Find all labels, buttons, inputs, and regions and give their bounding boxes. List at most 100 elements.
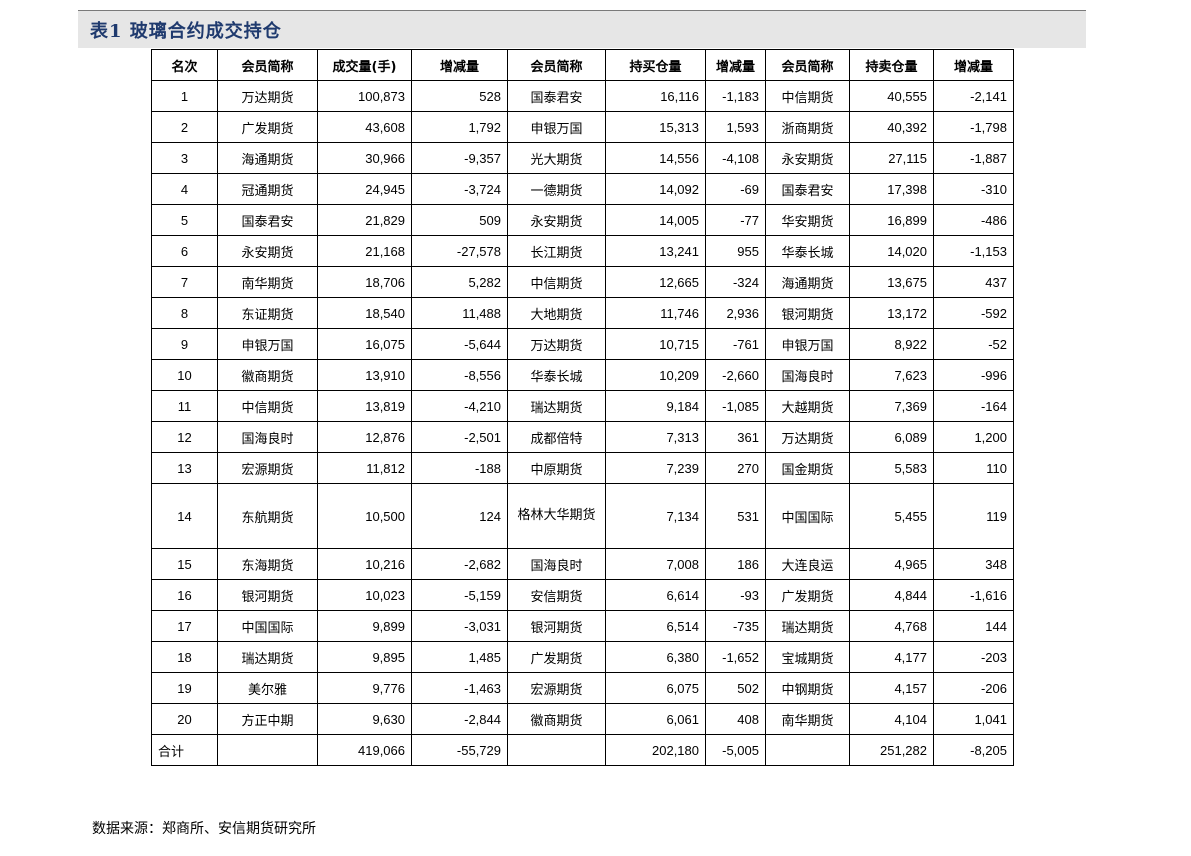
long-change-cell: -69	[705, 173, 766, 205]
short-position-cell: 5,583	[849, 452, 934, 484]
volume-cell: 43,608	[317, 111, 412, 143]
total-short-change-cell: -8,205	[933, 734, 1014, 766]
table-row: 1 万达期货 100,873 528 国泰君安 16,116 -1,183 中信期货 40,55…	[151, 80, 1014, 112]
total-member-volume-cell	[217, 734, 318, 766]
table-row: 8 东证期货 18,540 11,488 大地期货 11,746 2,936 银河期货 13,1…	[151, 297, 1014, 329]
member-volume-cell: 申银万国	[217, 328, 318, 360]
long-change-cell: 531	[705, 483, 766, 549]
table-row: 20 方正中期 9,630 -2,844 徽商期货 6,061 408 南华期货 4,104 1,…	[151, 703, 1014, 735]
table-row: 13 宏源期货 11,812 -188 中原期货 7,239 270 国金期货 5,583 110	[151, 452, 1014, 484]
member-volume-cell: 美尔雅	[217, 672, 318, 704]
short-position-cell: 4,965	[849, 548, 934, 580]
short-position-cell: 27,115	[849, 142, 934, 174]
long-change-cell: -93	[705, 579, 766, 611]
volume-change-cell: -3,031	[411, 610, 508, 642]
member-short-cell: 中国国际	[765, 483, 850, 549]
long-position-cell: 7,134	[605, 483, 706, 549]
long-change-cell: -2,660	[705, 359, 766, 391]
long-position-cell: 11,746	[605, 297, 706, 329]
long-position-cell: 6,061	[605, 703, 706, 735]
volume-change-cell: 124	[411, 483, 508, 549]
long-position-cell: 6,614	[605, 579, 706, 611]
member-short-cell: 永安期货	[765, 142, 850, 174]
long-position-cell: 14,092	[605, 173, 706, 205]
header-short-change: 增减量	[933, 49, 1014, 81]
member-short-cell: 海通期货	[765, 266, 850, 298]
member-long-cell: 万达期货	[507, 328, 606, 360]
table-row: 15 东海期货 10,216 -2,682 国海良时 7,008 186 大连良运 4,965 3…	[151, 548, 1014, 580]
short-change-cell: 110	[933, 452, 1014, 484]
table-row: 14 东航期货 10,500 124 格林大华期货 7,134 531 中国国际 5,455 11…	[151, 483, 1014, 549]
short-position-cell: 7,623	[849, 359, 934, 391]
member-volume-cell: 中国国际	[217, 610, 318, 642]
member-volume-cell: 银河期货	[217, 579, 318, 611]
rank-cell: 12	[151, 421, 218, 453]
short-position-cell: 6,089	[849, 421, 934, 453]
member-long-cell: 中信期货	[507, 266, 606, 298]
short-change-cell: 144	[933, 610, 1014, 642]
header-member-long: 会员简称	[507, 49, 606, 81]
total-volume-change-cell: -55,729	[411, 734, 508, 766]
volume-change-cell: 1,792	[411, 111, 508, 143]
volume-change-cell: -188	[411, 452, 508, 484]
rank-cell: 16	[151, 579, 218, 611]
volume-cell: 10,023	[317, 579, 412, 611]
short-change-cell: -164	[933, 390, 1014, 422]
member-short-cell: 申银万国	[765, 328, 850, 360]
holdings-table: 名次 会员简称 成交量(手) 增减量 会员简称 持买仓量 增减量 会员简称 持卖…	[151, 49, 1014, 766]
volume-change-cell: -8,556	[411, 359, 508, 391]
member-short-cell: 大越期货	[765, 390, 850, 422]
member-volume-cell: 万达期货	[217, 80, 318, 112]
member-long-cell: 瑞达期货	[507, 390, 606, 422]
table-row: 12 国海良时 12,876 -2,501 成都倍特 7,313 361 万达期货 6,089 1…	[151, 421, 1014, 453]
member-long-cell: 光大期货	[507, 142, 606, 174]
table-row: 5 国泰君安 21,829 509 永安期货 14,005 -77 华安期货 16,899 -48…	[151, 204, 1014, 236]
long-position-cell: 7,008	[605, 548, 706, 580]
long-change-cell: -77	[705, 204, 766, 236]
member-long-cell: 国海良时	[507, 548, 606, 580]
member-short-cell: 浙商期货	[765, 111, 850, 143]
rank-cell: 4	[151, 173, 218, 205]
volume-change-cell: 528	[411, 80, 508, 112]
member-long-cell: 永安期货	[507, 204, 606, 236]
rank-cell: 8	[151, 297, 218, 329]
member-short-cell: 银河期货	[765, 297, 850, 329]
volume-change-cell: 5,282	[411, 266, 508, 298]
member-volume-cell: 国海良时	[217, 421, 318, 453]
short-change-cell: -1,153	[933, 235, 1014, 267]
short-position-cell: 4,177	[849, 641, 934, 673]
rank-cell: 18	[151, 641, 218, 673]
header-row: 名次 会员简称 成交量(手) 增减量 会员简称 持买仓量 增减量 会员简称 持卖…	[151, 49, 1014, 81]
table-row: 2 广发期货 43,608 1,792 申银万国 15,313 1,593 浙商期货 40,39…	[151, 111, 1014, 143]
rank-cell: 7	[151, 266, 218, 298]
long-change-cell: 408	[705, 703, 766, 735]
volume-cell: 10,500	[317, 483, 412, 549]
long-change-cell: -761	[705, 328, 766, 360]
short-position-cell: 4,104	[849, 703, 934, 735]
long-position-cell: 6,075	[605, 672, 706, 704]
member-long-cell: 华泰长城	[507, 359, 606, 391]
table-row: 10 徽商期货 13,910 -8,556 华泰长城 10,209 -2,660 国海良时 7,…	[151, 359, 1014, 391]
member-volume-cell: 东证期货	[217, 297, 318, 329]
member-long-cell: 徽商期货	[507, 703, 606, 735]
rank-cell: 2	[151, 111, 218, 143]
member-short-cell: 国泰君安	[765, 173, 850, 205]
short-position-cell: 13,675	[849, 266, 934, 298]
member-long-cell: 广发期货	[507, 641, 606, 673]
rank-cell: 13	[151, 452, 218, 484]
long-position-cell: 9,184	[605, 390, 706, 422]
table-title-bar: 表1 玻璃合约成交持仓	[78, 10, 1086, 48]
long-change-cell: -1,183	[705, 80, 766, 112]
member-volume-cell: 永安期货	[217, 235, 318, 267]
volume-cell: 30,966	[317, 142, 412, 174]
long-change-cell: 2,936	[705, 297, 766, 329]
long-position-cell: 12,665	[605, 266, 706, 298]
member-long-cell: 格林大华期货	[507, 483, 606, 549]
long-change-cell: 502	[705, 672, 766, 704]
rank-cell: 14	[151, 483, 218, 549]
total-volume-cell: 419,066	[317, 734, 412, 766]
long-position-cell: 6,514	[605, 610, 706, 642]
short-position-cell: 14,020	[849, 235, 934, 267]
long-position-cell: 13,241	[605, 235, 706, 267]
table-row: 7 南华期货 18,706 5,282 中信期货 12,665 -324 海通期货 13,675…	[151, 266, 1014, 298]
